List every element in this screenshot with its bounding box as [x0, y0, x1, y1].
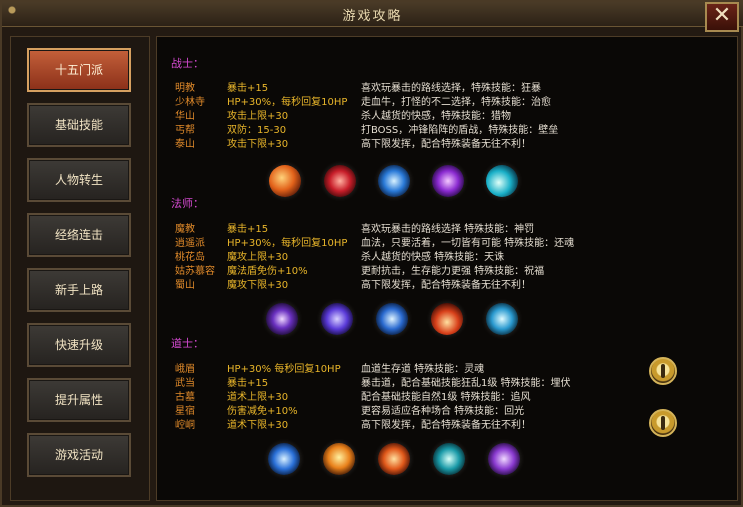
- tab-label: 提升属性: [54, 393, 103, 407]
- sect-description: 杀人越货的快感，特殊技能：猎物: [361, 111, 511, 122]
- teal-wave-icon[interactable]: [433, 443, 465, 475]
- sect-name: 姑苏慕容: [175, 266, 215, 277]
- sect-name: 丐帮: [175, 125, 195, 136]
- running-figure-icon[interactable]: [378, 443, 410, 475]
- sect-description: 更容易适应各种场合 特殊技能：回光: [361, 406, 525, 417]
- skill-icon-row: [157, 165, 737, 201]
- sect-description: 更耐抗击，生存能力更强 特殊技能：祝福: [361, 266, 545, 277]
- tab-newbie-guide[interactable]: 新手上路: [27, 268, 131, 312]
- sect-name: 古墓: [175, 392, 195, 403]
- tab-fast-leveling[interactable]: 快速升级: [27, 323, 131, 367]
- tab-label: 人物转生: [54, 173, 103, 187]
- tab-label: 基础技能: [54, 118, 103, 132]
- window-title: 游戏攻略: [342, 9, 403, 24]
- gold-figure-badge-icon[interactable]: [649, 409, 677, 437]
- sect-description: 喜欢玩暴击的路线选择 特殊技能：神罚: [361, 224, 535, 235]
- skill-icon-row: [157, 303, 737, 339]
- sect-description: 高下限发挥，配合特殊装备无往不利！: [361, 420, 531, 431]
- sect-name: 逍遥派: [175, 238, 205, 249]
- sect-name: 崆峒: [175, 420, 195, 431]
- sect-name: 魔教: [175, 224, 195, 235]
- sect-bonus: 攻击上限+30: [227, 111, 289, 122]
- sect-bonus: 魔攻上限+30: [227, 252, 289, 263]
- blue-swirl-icon[interactable]: [268, 443, 300, 475]
- sect-bonus: 道术上限+30: [227, 392, 289, 403]
- sect-description: 喜欢玩暴击的路线选择，特殊技能：狂暴: [361, 83, 541, 94]
- sect-bonus: 伤害减免+10%: [227, 406, 298, 417]
- tab-rebirth[interactable]: 人物转生: [27, 158, 131, 202]
- tab-game-events[interactable]: 游戏活动: [27, 433, 131, 477]
- sect-bonus: 暴击+15: [227, 224, 269, 235]
- red-burst-icon[interactable]: [324, 165, 356, 197]
- sect-bonus: 攻击下限+30: [227, 139, 289, 150]
- section-title-warrior: 战士：: [171, 57, 204, 70]
- skill-icon-row: [157, 443, 737, 479]
- sect-description: 配合基础技能自然1级 特殊技能：追风: [361, 392, 531, 403]
- fire-slash-icon[interactable]: [269, 165, 301, 197]
- tab-fifteen-sects[interactable]: 十五门派: [27, 48, 131, 92]
- sect-description: 打BOSS，冲锋陷阵的盾战，特殊技能：壁垒: [361, 125, 559, 136]
- purple-fist-icon[interactable]: [432, 165, 464, 197]
- sect-description: 血道生存道 特殊技能：灵魂: [361, 364, 485, 375]
- section-title-taoist: 道士：: [171, 337, 204, 350]
- sect-description: 杀人越货的快感 特殊技能：天诛: [361, 252, 505, 263]
- purple-star-icon[interactable]: [266, 303, 298, 335]
- sect-name: 明教: [175, 83, 195, 94]
- gold-figure-badge-icon[interactable]: [649, 357, 677, 385]
- cyan-blades-icon[interactable]: [486, 303, 518, 335]
- title-bar: 游戏攻略: [2, 2, 743, 27]
- sect-bonus: 道术下限+30: [227, 420, 289, 431]
- sect-bonus: 魔攻下限+30: [227, 280, 289, 291]
- sect-name: 桃花岛: [175, 252, 205, 263]
- sect-name: 泰山: [175, 139, 195, 150]
- guide-window: 游戏攻略 ✕ 十五门派 基础技能 人物转生 经络连击 新手上路 快速升级 提升属…: [0, 0, 743, 507]
- sect-bonus: 双防：15-30: [227, 125, 287, 136]
- sect-bonus: HP+30%，每秒回复10HP: [227, 238, 348, 249]
- sect-bonus: 暴击+15: [227, 83, 269, 94]
- blue-lightning-icon[interactable]: [376, 303, 408, 335]
- sect-name: 武当: [175, 378, 195, 389]
- sect-bonus: 暴击+15: [227, 378, 269, 389]
- tab-label: 快速升级: [54, 338, 103, 352]
- guide-content: 战士： 明教 暴击+15 喜欢玩暴击的路线选择，特殊技能：狂暴 少林寺 HP+3…: [156, 36, 738, 501]
- tab-basic-skills[interactable]: 基础技能: [27, 103, 131, 147]
- sect-description: 高下限发挥，配合特殊装备无往不利！: [361, 139, 531, 150]
- blue-arrows-icon[interactable]: [378, 165, 410, 197]
- sect-bonus: 魔法盾免伤+10%: [227, 266, 308, 277]
- sect-name: 峨眉: [175, 364, 195, 375]
- tab-label: 十五门派: [54, 63, 103, 77]
- sect-description: 血法，只要活着，一切皆有可能 特殊技能：还魂: [361, 238, 575, 249]
- sect-description: 高下限发挥，配合特殊装备无往不利！: [361, 280, 531, 291]
- sect-name: 蜀山: [175, 280, 195, 291]
- tab-improve-attributes[interactable]: 提升属性: [27, 378, 131, 422]
- close-button[interactable]: ✕: [705, 2, 739, 32]
- violet-orb-icon[interactable]: [321, 303, 353, 335]
- sect-description: 走血牛，打怪的不二选择，特殊技能：治愈: [361, 97, 551, 108]
- tab-label: 游戏活动: [54, 448, 103, 462]
- tab-label: 新手上路: [54, 283, 103, 297]
- tab-label: 经络连击: [54, 228, 103, 242]
- sidebar: 十五门派 基础技能 人物转生 经络连击 新手上路 快速升级 提升属性 游戏活动: [10, 36, 150, 501]
- sect-name: 华山: [175, 111, 195, 122]
- fire-figure-icon[interactable]: [323, 443, 355, 475]
- sect-name: 少林寺: [175, 97, 205, 108]
- purple-shield-icon[interactable]: [488, 443, 520, 475]
- sect-name: 星宿: [175, 406, 195, 417]
- sect-bonus: HP+30% 每秒回复10HP: [227, 364, 341, 375]
- red-flame-icon[interactable]: [431, 303, 463, 335]
- sect-description: 暴击道，配合基础技能狂乱1级 特殊技能：埋伏: [361, 378, 571, 389]
- cyan-sword-icon[interactable]: [486, 165, 518, 197]
- section-title-mage: 法师：: [171, 197, 204, 210]
- sect-bonus: HP+30%，每秒回复10HP: [227, 97, 348, 108]
- tab-meridian-combo[interactable]: 经络连击: [27, 213, 131, 257]
